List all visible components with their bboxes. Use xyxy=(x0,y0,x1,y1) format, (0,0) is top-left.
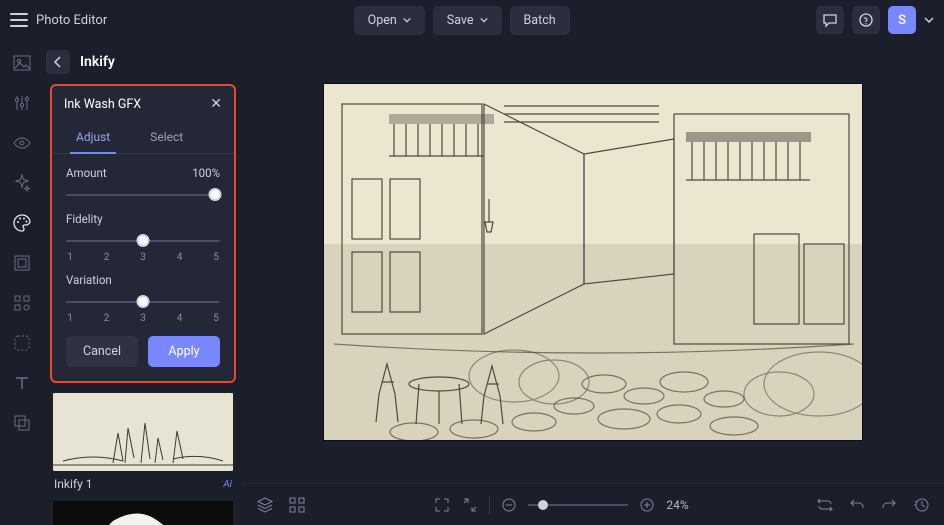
tool-iconbar xyxy=(0,40,44,525)
undo-icon[interactable] xyxy=(848,496,866,514)
amount-slider[interactable] xyxy=(66,188,220,202)
variation-slider[interactable] xyxy=(66,295,220,309)
avatar[interactable]: S xyxy=(888,6,916,34)
preset-thumbnail xyxy=(50,393,236,471)
chevron-down-icon xyxy=(480,16,488,24)
fidelity-slider[interactable] xyxy=(66,234,220,248)
comment-icon[interactable] xyxy=(816,6,844,34)
canvas-area: 24% xyxy=(242,40,944,525)
compare-icon[interactable] xyxy=(816,496,834,514)
tab-select[interactable]: Select xyxy=(144,122,189,153)
variation-label: Variation xyxy=(66,273,112,287)
zoom-out-icon[interactable] xyxy=(500,496,518,514)
help-icon[interactable] xyxy=(852,6,880,34)
side-panel: Inkify Ink Wash GFX ✕ Adjust Select Amou… xyxy=(44,40,242,525)
layers-icon[interactable] xyxy=(11,412,33,434)
sparkle-icon[interactable] xyxy=(11,172,33,194)
menu-icon[interactable] xyxy=(10,13,28,27)
open-button[interactable]: Open xyxy=(354,6,425,35)
fidelity-label: Fidelity xyxy=(66,212,103,226)
batch-button[interactable]: Batch xyxy=(510,6,570,35)
zoom-value: 24% xyxy=(666,498,688,512)
fit-screen-icon[interactable] xyxy=(433,496,451,514)
back-button[interactable] xyxy=(46,50,70,74)
actual-size-icon[interactable] xyxy=(461,496,479,514)
text-icon[interactable] xyxy=(11,372,33,394)
close-icon[interactable]: ✕ xyxy=(210,96,222,112)
grid-tool-icon[interactable] xyxy=(288,496,306,514)
frame-icon[interactable] xyxy=(11,252,33,274)
topbar: Photo Editor Open Save Batch S xyxy=(0,0,944,40)
tab-adjust[interactable]: Adjust xyxy=(70,122,116,153)
image-icon[interactable] xyxy=(11,52,33,74)
layers-tool-icon[interactable] xyxy=(256,496,274,514)
ai-badge: Ai xyxy=(223,479,232,490)
preset-thumbnail xyxy=(50,501,236,525)
zoom-in-icon[interactable] xyxy=(638,496,656,514)
history-icon[interactable] xyxy=(912,496,930,514)
crop-icon[interactable] xyxy=(11,332,33,354)
elements-icon[interactable] xyxy=(11,292,33,314)
preset-item[interactable]: Inkify 1 Ai xyxy=(50,393,236,491)
effect-title: Ink Wash GFX xyxy=(64,97,141,112)
apply-button[interactable]: Apply xyxy=(148,336,220,367)
chevron-down-icon[interactable] xyxy=(924,15,934,25)
save-button[interactable]: Save xyxy=(433,6,502,35)
zoom-slider[interactable] xyxy=(528,500,628,510)
bottombar: 24% xyxy=(242,483,944,525)
cancel-button[interactable]: Cancel xyxy=(66,336,138,367)
preset-name: Inkify 1 xyxy=(54,477,92,491)
sliders-icon[interactable] xyxy=(11,92,33,114)
effect-card: Ink Wash GFX ✕ Adjust Select Amount100% … xyxy=(50,84,236,383)
amount-label: Amount xyxy=(66,166,107,180)
canvas[interactable] xyxy=(323,83,863,441)
palette-icon[interactable] xyxy=(11,212,33,234)
redo-icon[interactable] xyxy=(880,496,898,514)
chevron-down-icon xyxy=(403,16,411,24)
preset-item[interactable] xyxy=(50,501,236,525)
amount-value: 100% xyxy=(192,166,220,180)
eye-icon[interactable] xyxy=(11,132,33,154)
app-title: Photo Editor xyxy=(36,13,107,28)
panel-title: Inkify xyxy=(80,54,115,70)
